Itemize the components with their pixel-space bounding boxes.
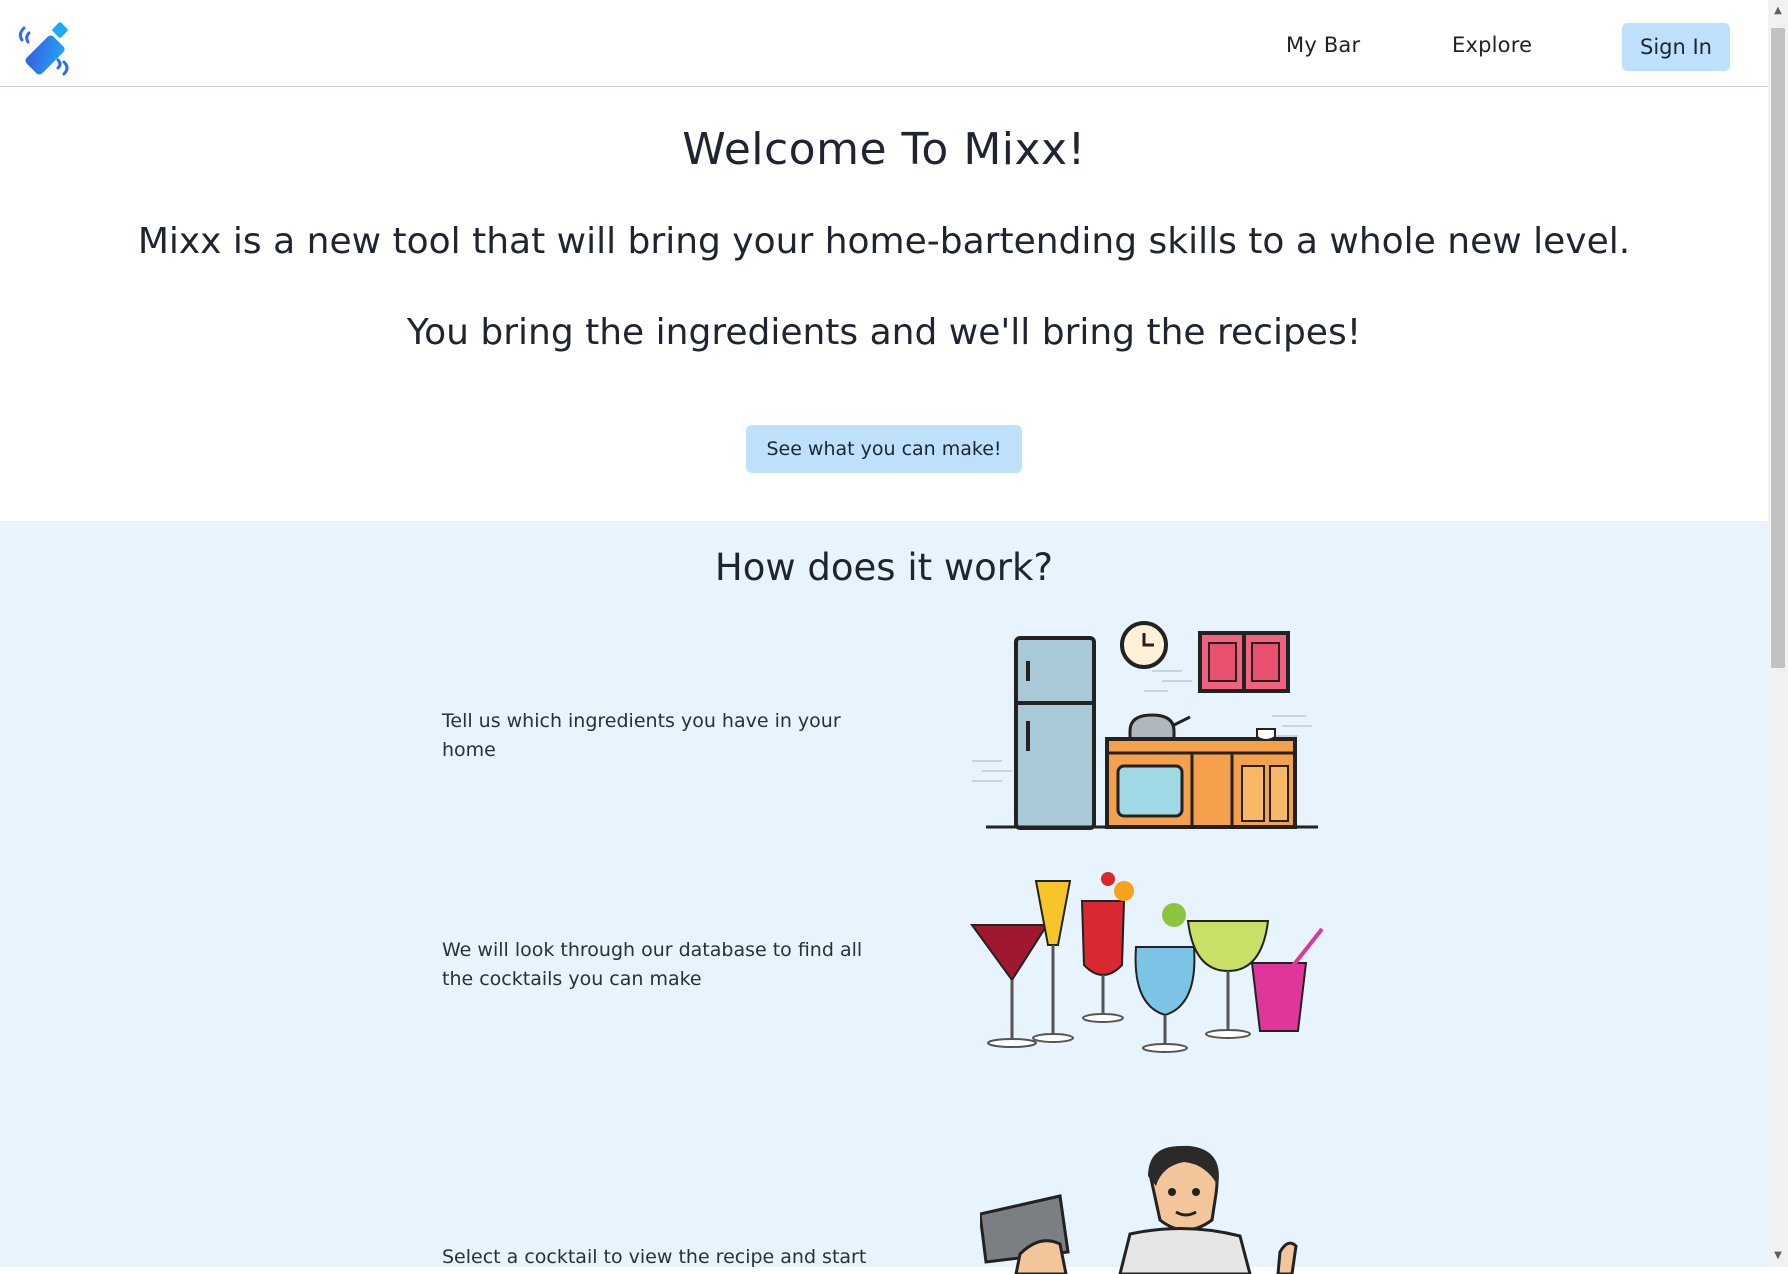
nav-explore-link[interactable]: Explore	[1452, 33, 1532, 57]
hero-tagline: Mixx is a new tool that will bring your …	[137, 221, 1631, 262]
step-text-2: We will look through our database to fin…	[442, 939, 863, 990]
how-it-works-section: How does it work? Tell us which ingredie…	[0, 521, 1768, 1274]
kitchen-illustration	[972, 621, 1318, 830]
top-navbar: My Bar Explore Sign In	[0, 0, 1768, 87]
step-text-3: Select a cocktail to view the recipe and…	[442, 1246, 867, 1268]
see-what-you-can-make-button[interactable]: See what you can make!	[746, 425, 1022, 473]
hero-subtitle: You bring the ingredients and we'll brin…	[406, 312, 1362, 353]
cocktails-illustration	[970, 872, 1324, 1053]
page-title: Welcome To Mixx!	[682, 124, 1086, 175]
scroll-down-arrow-icon[interactable]: ▼	[1771, 1249, 1785, 1263]
step-text-1: Tell us which ingredients you have in yo…	[442, 710, 841, 761]
sign-in-button[interactable]: Sign In	[1622, 23, 1730, 71]
bartender-illustration	[980, 1145, 1298, 1274]
hero-section: Welcome To Mixx! Mixx is a new tool that…	[0, 87, 1768, 521]
scroll-up-arrow-icon[interactable]: ▲	[1771, 4, 1785, 18]
how-it-works-title: How does it work?	[714, 546, 1054, 589]
scrollbar-thumb[interactable]	[1771, 28, 1785, 668]
nav-my-bar-link[interactable]: My Bar	[1286, 33, 1360, 57]
mixx-logo-icon[interactable]	[16, 16, 80, 80]
